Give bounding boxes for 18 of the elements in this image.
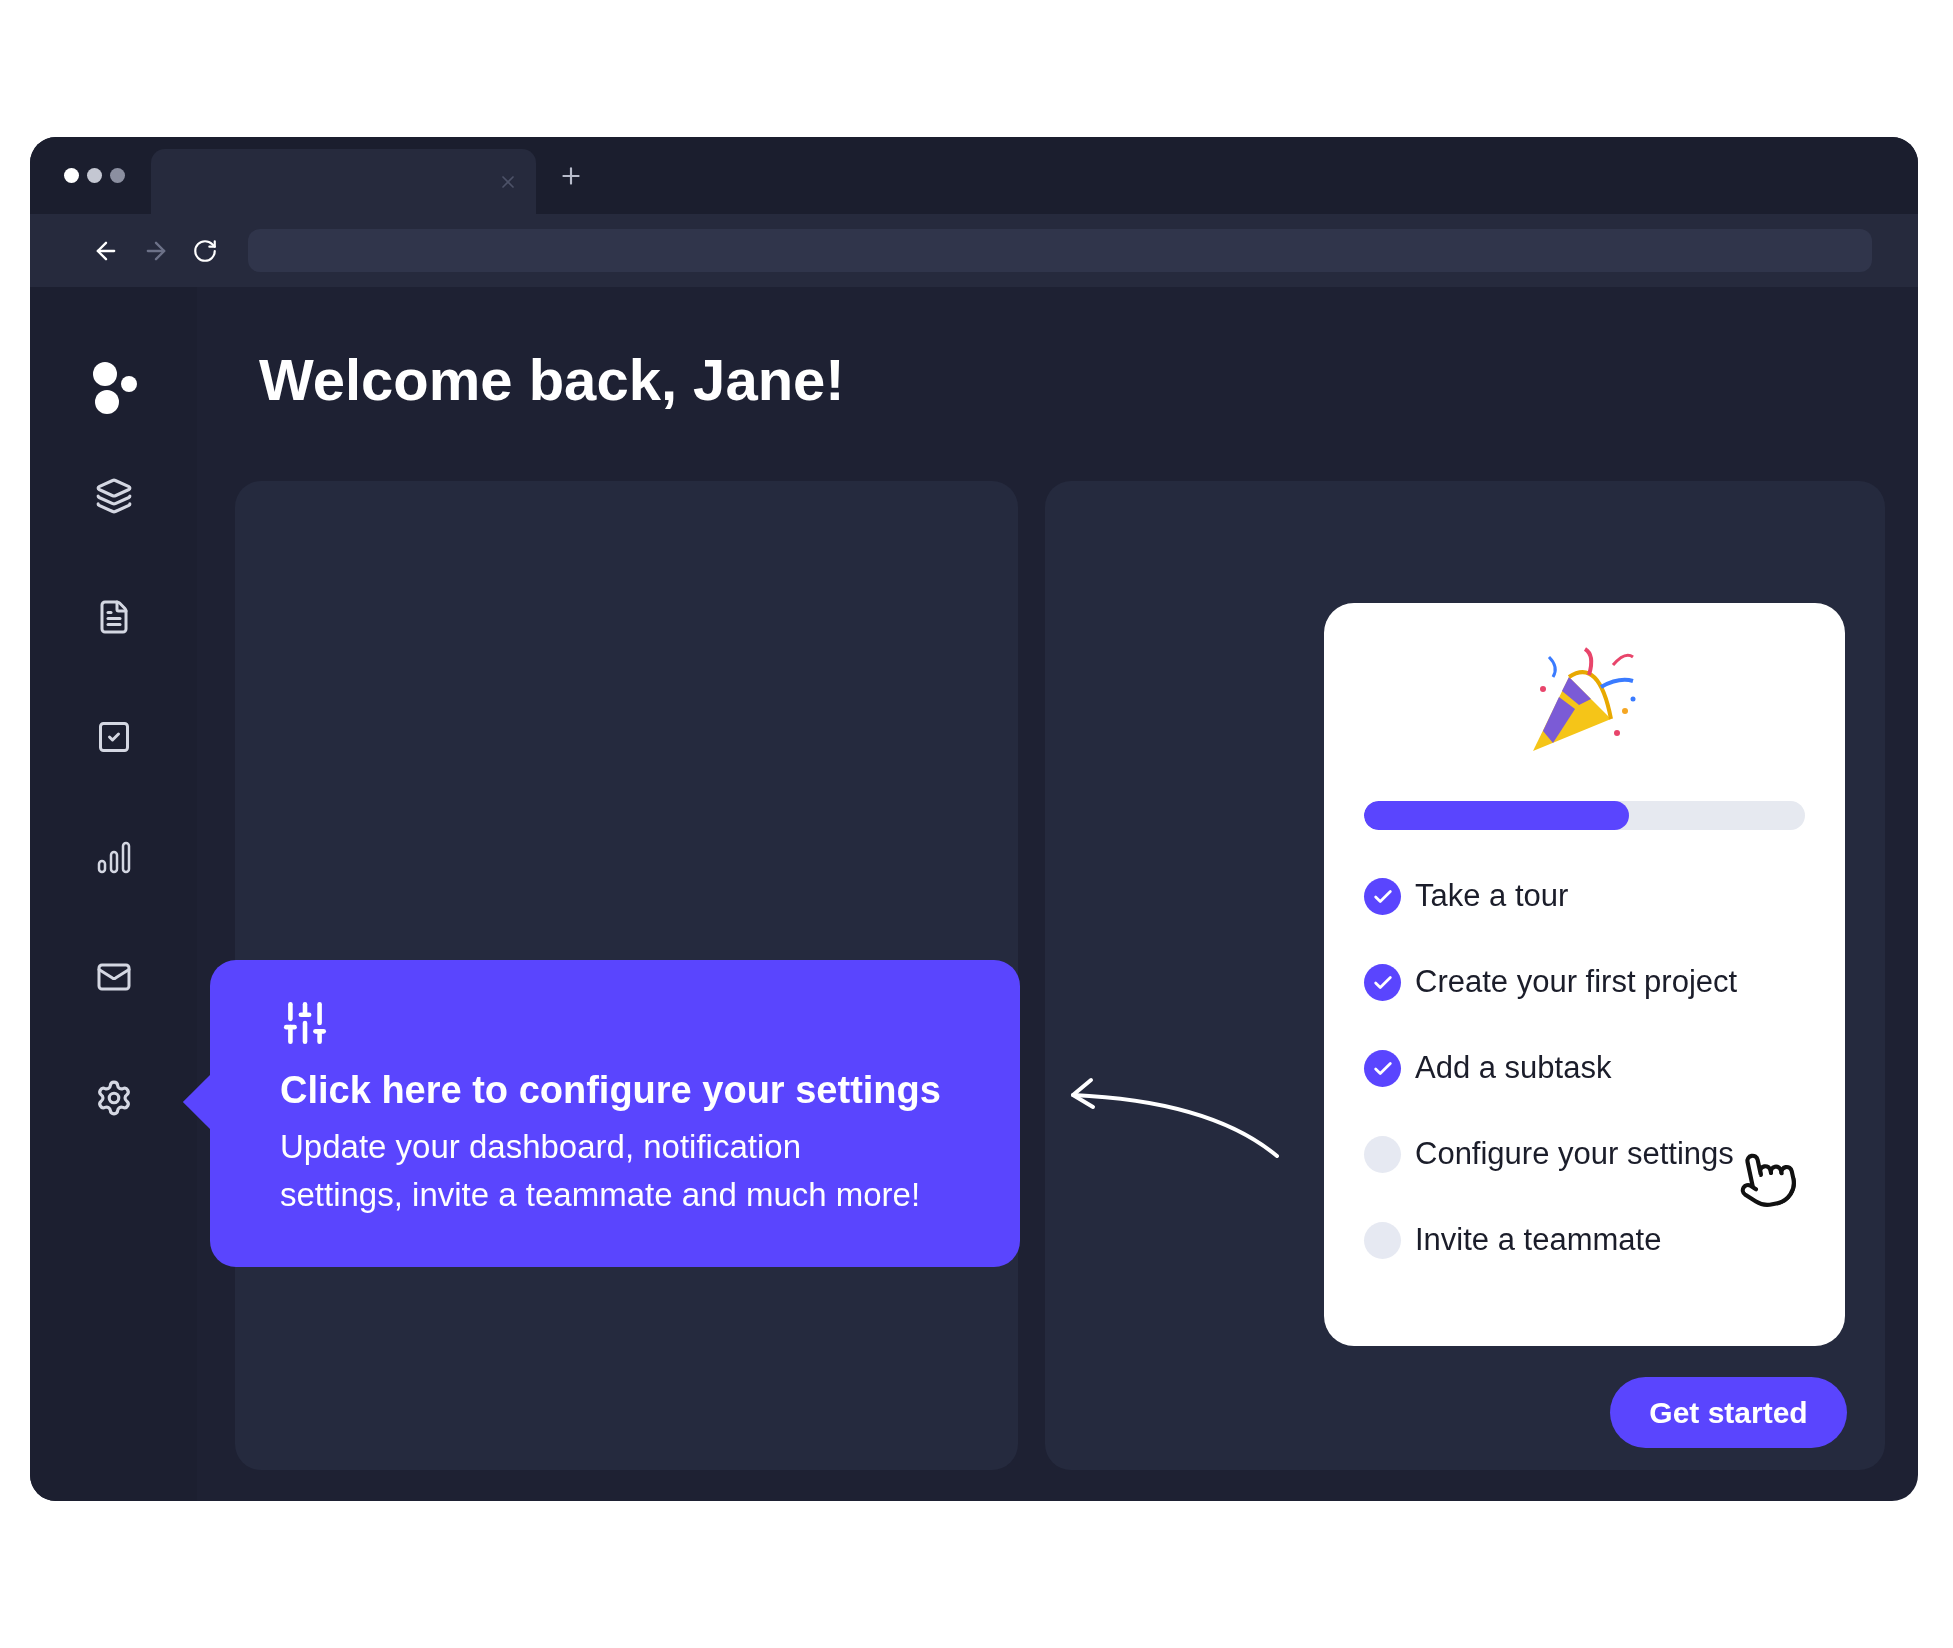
checklist-label: Add a subtask <box>1415 1049 1612 1088</box>
tooltip-title: Click here to configure your settings <box>280 1068 942 1113</box>
checklist-label: Take a tour <box>1415 877 1569 916</box>
checklist-checkbox[interactable] <box>1364 1136 1401 1173</box>
checklist-label: Create your first project <box>1415 963 1738 1002</box>
checklist-checkbox[interactable] <box>1364 1222 1401 1259</box>
checklist-checkbox[interactable] <box>1364 964 1401 1001</box>
tooltip-text: Update your dashboard, notification settings, invite a teammate and much more! <box>280 1127 922 1215</box>
checklist-label: Invite a teammate <box>1415 1221 1662 1260</box>
checklist-checkbox[interactable] <box>1364 1050 1401 1087</box>
get-started-button[interactable]: Get started <box>1610 1377 1847 1448</box>
reload-icon[interactable] <box>192 237 218 264</box>
welcome-heading: Welcome back, Jane! <box>259 351 846 409</box>
logo-icon[interactable] <box>90 361 137 415</box>
checklist-checkbox[interactable] <box>1364 878 1401 915</box>
checklist-label: Configure your settings <box>1415 1135 1734 1174</box>
layers-icon[interactable] <box>94 477 133 515</box>
bar-chart-icon[interactable] <box>95 839 132 875</box>
